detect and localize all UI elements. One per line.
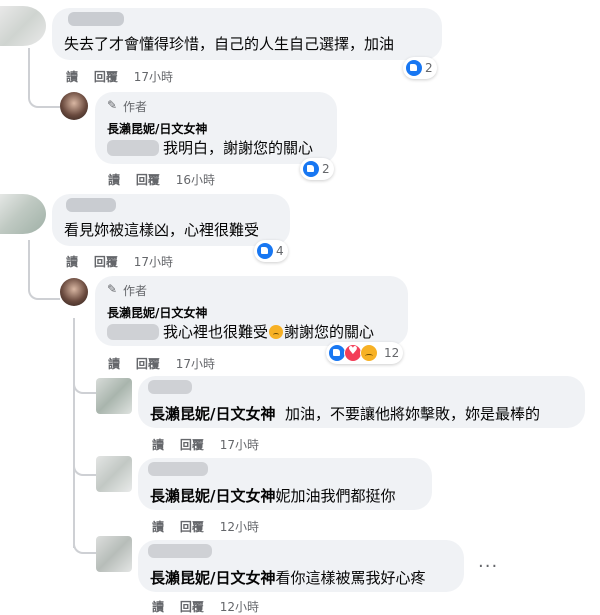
more-options-icon[interactable]: ··· [478,556,498,577]
reaction-count: 12 [384,346,400,360]
sad-emoji-icon [269,325,284,339]
sad-reaction-icon [360,344,378,362]
like-reaction-icon [302,160,320,178]
read-button[interactable]: 讀 [108,173,120,187]
comment-actions: 讀 回覆 12小時 [152,598,271,615]
comment-bubble: 失去了才會懂得珍惜，自己的人生自己選擇，加油 [52,8,442,60]
reply-button[interactable]: 回覆 [94,255,118,269]
comment-actions: 讀 回覆 12小時 [152,518,271,535]
read-button[interactable]: 讀 [108,357,120,371]
comment-text: 長瀨昆妮/日文女神看你這樣被罵我好心疼 [150,568,426,588]
thread-line [28,240,30,280]
reply-button[interactable]: 回覆 [136,173,160,187]
comment-actions: 讀 回覆 17小時 [108,355,227,372]
comment-actions: 讀 回覆 17小時 [66,68,185,85]
author-avatar[interactable] [60,92,88,120]
pencil-icon: ✎ [107,282,118,296]
timestamp[interactable]: 17小時 [220,438,259,452]
pencil-icon: ✎ [107,98,118,112]
commenter-name[interactable]: 長瀨昆妮/日文女神 [107,304,207,321]
reaction-summary[interactable]: 12 [326,342,404,364]
author-badge: 作者 [123,284,148,298]
avatar[interactable] [96,378,132,414]
comment-text: 失去了才會懂得珍惜，自己的人生自己選擇，加油 [64,35,395,53]
comment-actions: 讀 回覆 16小時 [108,171,227,188]
read-button[interactable]: 讀 [66,255,78,269]
like-reaction-icon [256,242,274,260]
comment-text: 我明白，謝謝您的關心 [163,139,314,157]
read-button[interactable]: 讀 [152,520,164,534]
blurred-username [66,198,116,212]
blurred-mention [107,324,159,340]
thread-connector [73,372,97,394]
timestamp[interactable]: 12小時 [220,600,259,614]
mention-tag[interactable]: 長瀨昆妮/日文女神 [150,487,275,505]
thread-connector [73,454,97,476]
author-badge: 作者 [123,100,148,114]
reply-button[interactable]: 回覆 [180,520,204,534]
blurred-username [148,462,208,476]
comment-text: 看見妳被這樣凶，心裡很難受 [64,221,260,239]
read-button[interactable]: 讀 [152,438,164,452]
comment-actions: 讀 回覆 17小時 [66,253,185,270]
comment-text-part: 謝謝您的關心 [284,323,375,341]
thread-line [28,48,30,88]
comment-text-part: 妮加油我們都挺你 [275,487,396,505]
comment-bubble: ✎ 作者 長瀨昆妮/日文女神 我明白，謝謝您的關心 [95,92,337,164]
blurred-username [68,12,124,26]
commenter-name[interactable]: 長瀨昆妮/日文女神 [107,120,207,137]
blurred-mention [107,140,159,156]
thread-line [73,318,75,548]
timestamp[interactable]: 17小時 [134,255,173,269]
reaction-summary[interactable]: 2 [403,57,437,79]
comment-text: 長瀨昆妮/日文女神妮加油我們都挺你 [150,486,396,506]
timestamp[interactable]: 17小時 [176,357,215,371]
author-avatar[interactable] [60,278,88,306]
avatar[interactable] [0,6,46,46]
comment-bubble: ✎ 作者 長瀨昆妮/日文女神 我心裡也很難受 謝謝您的關心 [95,276,408,346]
thread-connector [73,532,97,554]
reply-button[interactable]: 回覆 [136,357,160,371]
reply-button[interactable]: 回覆 [94,70,118,84]
thread-connector [28,86,60,108]
blurred-username [148,544,212,558]
timestamp[interactable]: 17小時 [134,70,173,84]
reaction-count: 2 [425,61,433,75]
read-button[interactable]: 讀 [66,70,78,84]
comment-text-part: 我心裡也很難受 [163,323,269,341]
avatar[interactable] [96,536,132,572]
timestamp[interactable]: 16小時 [176,173,215,187]
thread-connector [28,278,60,300]
comment-bubble: 長瀨昆妮/日文女神妮加油我們都挺你 [138,458,432,510]
comment-text: 長瀨昆妮/日文女神 加油，不要讓他將妳擊敗，妳是最棒的 [150,404,540,424]
like-reaction-icon [405,59,423,77]
read-button[interactable]: 讀 [152,600,164,614]
comment-bubble: 長瀨昆妮/日文女神 加油，不要讓他將妳擊敗，妳是最棒的 [138,376,585,428]
comment-text-part: 加油，不要讓他將妳擊敗，妳是最棒的 [285,405,541,423]
reaction-summary[interactable]: 2 [300,158,334,180]
mention-tag[interactable]: 長瀨昆妮/日文女神 [150,405,275,423]
avatar[interactable] [96,456,132,492]
comment-actions: 讀 回覆 17小時 [152,436,271,453]
comment-text: 我心裡也很難受 謝謝您的關心 [163,322,374,342]
mention-tag[interactable]: 長瀨昆妮/日文女神 [150,569,275,587]
reaction-summary[interactable]: 4 [254,240,288,262]
timestamp[interactable]: 12小時 [220,520,259,534]
reaction-count: 2 [322,162,330,176]
reaction-count: 4 [276,244,284,258]
comment-bubble: 長瀨昆妮/日文女神看你這樣被罵我好心疼 [138,540,464,592]
blurred-username [148,380,192,394]
comment-text-part: 看你這樣被罵我好心疼 [275,569,426,587]
reply-button[interactable]: 回覆 [180,600,204,614]
avatar[interactable] [0,194,46,234]
reply-button[interactable]: 回覆 [180,438,204,452]
comment-bubble: 看見妳被這樣凶，心裡很難受 [52,194,290,246]
